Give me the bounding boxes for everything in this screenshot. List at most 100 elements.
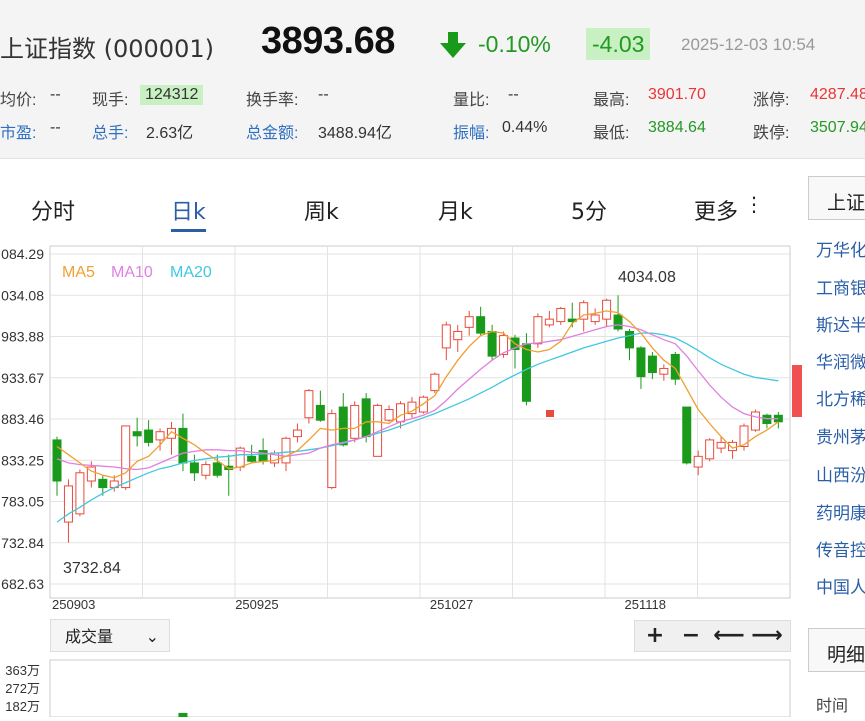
kline-chart-svg[interactable]: 084.29 034.08 983.88 933.67 883.46 833.25 783.…: [0, 242, 800, 617]
x-tick-label: 250925: [235, 597, 278, 612]
detail-time-label: 时间: [816, 696, 849, 715]
candle: [350, 404, 360, 439]
chevron-down-icon: ⌄: [145, 627, 159, 646]
change-value: -4.03: [586, 28, 651, 60]
sidebar-title: 上证: [827, 192, 865, 214]
candle: [693, 455, 703, 468]
stat-value-total-volume: 2.63亿: [146, 125, 194, 142]
tab-monthly-k[interactable]: 月k: [438, 194, 473, 226]
candle: [201, 464, 211, 476]
pan-left-button[interactable]: ⟵: [711, 621, 747, 651]
zoom-in-button[interactable]: +: [637, 621, 673, 651]
volume-tick-label: 182万: [5, 699, 40, 714]
stat-value-limit-up: 4287.48: [810, 86, 865, 103]
volume-bar: [178, 712, 188, 718]
detail-header: 明细: [808, 628, 865, 672]
candle: [625, 330, 634, 349]
legend-ma5: MA5: [62, 264, 95, 281]
chart-controls: + − ⟵ ⟶: [634, 620, 791, 652]
sidebar-item[interactable]: 工商银: [816, 274, 865, 299]
candle: [716, 441, 726, 449]
sidebar-item[interactable]: 华润微: [816, 348, 865, 373]
sidebar-header: 上证: [808, 176, 865, 220]
y-tick-label: 034.08: [1, 287, 44, 303]
candle: [636, 347, 646, 378]
sidebar-item[interactable]: 传音控: [816, 536, 865, 561]
stat-label-high: 最高:: [593, 92, 630, 109]
stat-label-amplitude: 振幅:: [453, 125, 490, 142]
y-tick-label: 084.29: [1, 246, 44, 262]
legend-ma10: MA10: [111, 264, 153, 281]
period-tabs: 分时 日k 周k 月k 5分 更多 ⋮: [0, 190, 790, 234]
sidebar-item[interactable]: 贵州茅: [816, 423, 865, 448]
kline-chart[interactable]: 084.29 034.08 983.88 933.67 883.46 833.25 783.…: [0, 242, 800, 617]
x-tick-label: 250903: [52, 597, 95, 612]
stat-label-pe: 市盈:: [0, 125, 37, 142]
candle: [338, 406, 348, 446]
sidebar-item[interactable]: 北方稀: [816, 385, 865, 410]
signal-marker: [546, 410, 554, 417]
high-label: 4034.08: [618, 269, 676, 286]
sidebar-constituents: 上证 万华化 工商银 斯达半 华润微 北方稀 贵州茅 山西汾 药明康 传音控 中…: [808, 176, 865, 717]
more-dots-icon[interactable]: ⋮: [744, 192, 764, 216]
tab-5min[interactable]: 5分: [571, 194, 607, 226]
stat-value-total-amount: 3488.94亿: [318, 125, 392, 142]
y-tick-label: 933.67: [1, 370, 44, 386]
change-percent: -0.10%: [478, 31, 551, 57]
candle: [728, 441, 738, 452]
stat-label-low: 最低:: [593, 125, 630, 142]
low-label: 3732.84: [63, 560, 121, 577]
candle: [521, 343, 531, 402]
candle: [258, 450, 268, 462]
candle: [178, 427, 188, 464]
stat-label-limit-up: 涨停:: [753, 92, 790, 109]
stat-label-last-volume: 现手:: [92, 92, 129, 109]
candle: [464, 316, 474, 328]
zoom-out-button[interactable]: −: [673, 621, 709, 651]
index-name: 上证指数 (000001): [0, 35, 214, 63]
stat-value-pe: --: [50, 119, 61, 136]
candle: [590, 314, 600, 323]
candle: [613, 314, 623, 330]
tab-weekly-k[interactable]: 周k: [304, 194, 339, 226]
stat-value-avg-price: --: [50, 86, 61, 103]
sidebar-item[interactable]: 山西汾: [816, 461, 865, 486]
stat-label-turnover-rate: 换手率:: [246, 92, 299, 109]
stat-label-avg-price: 均价:: [0, 92, 37, 109]
stat-value-amplitude: 0.44%: [502, 119, 548, 136]
x-tick-label: 251027: [430, 597, 473, 612]
y-tick-label: 732.84: [1, 535, 44, 551]
volume-chart-svg: 363万 272万 182万: [5, 659, 791, 718]
stat-value-limit-down: 3507.94: [810, 119, 865, 136]
quote-header: 上证指数 (000001) 3893.68 -0.10% -4.03 2025-…: [0, 0, 865, 159]
y-tick-label: 783.05: [1, 494, 44, 510]
candle: [361, 398, 371, 438]
sidebar-item[interactable]: 中国人: [816, 573, 865, 598]
candle: [247, 455, 257, 462]
indicator-select[interactable]: 成交量 ⌄: [50, 619, 170, 652]
candle: [476, 316, 486, 334]
sidebar-item[interactable]: 万华化: [816, 236, 865, 261]
tab-daily-k[interactable]: 日k: [171, 194, 206, 232]
sidebar-item[interactable]: 药明康: [816, 499, 865, 524]
volume-tick-label: 363万: [5, 663, 40, 678]
candle: [762, 414, 772, 424]
y-tick-label: 682.63: [1, 576, 44, 592]
stat-label-volume-ratio: 量比:: [453, 92, 490, 109]
candle: [430, 373, 440, 392]
tab-more[interactable]: 更多: [694, 194, 738, 226]
x-tick-label: 251118: [625, 597, 666, 612]
candle: [418, 396, 428, 413]
sidebar-item[interactable]: 斯达半: [816, 311, 865, 336]
volume-plot-area: [49, 659, 791, 718]
candle: [487, 330, 497, 357]
tab-intraday[interactable]: 分时: [31, 194, 75, 226]
candle: [315, 404, 325, 421]
candle: [453, 330, 463, 341]
candle: [682, 406, 692, 464]
candle: [750, 411, 760, 431]
pan-right-button[interactable]: ⟶: [749, 621, 785, 651]
stat-value-low: 3884.64: [648, 119, 706, 136]
candle: [155, 431, 165, 441]
current-price: 3893.68: [261, 20, 395, 62]
